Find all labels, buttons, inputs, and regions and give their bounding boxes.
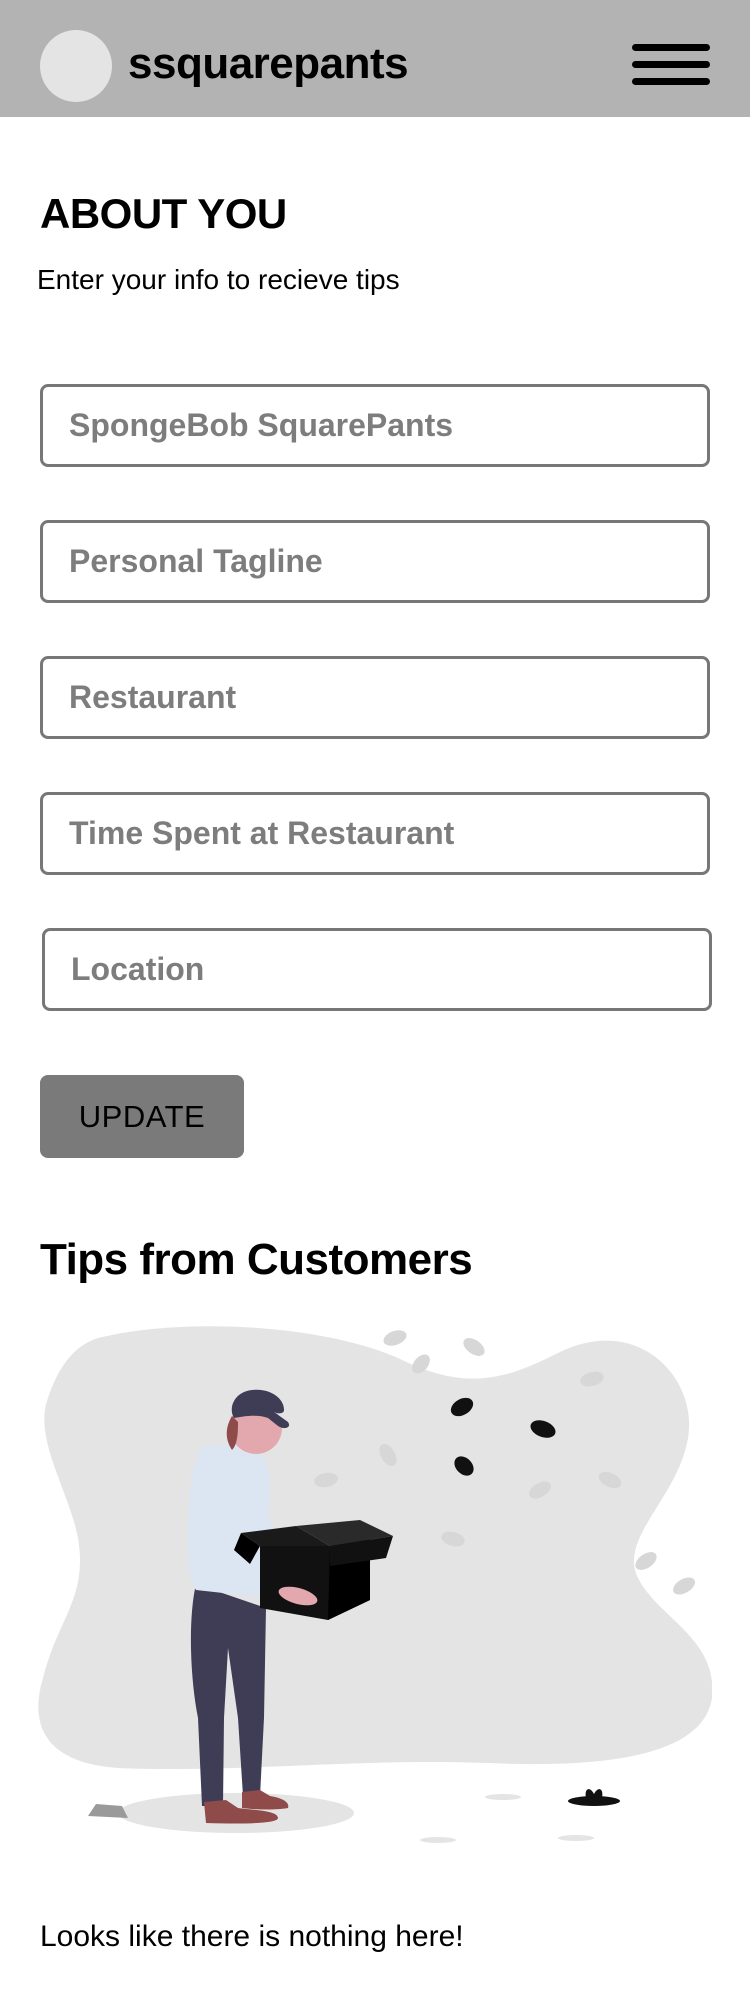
avatar[interactable] — [40, 30, 112, 102]
name-input[interactable] — [40, 384, 710, 467]
username-label: ssquarepants — [128, 39, 409, 88]
menu-line — [632, 44, 710, 51]
menu-line — [632, 61, 710, 68]
page-title: ABOUT YOU — [40, 190, 287, 237]
time-spent-input[interactable] — [40, 792, 710, 875]
hamburger-menu-icon[interactable] — [632, 42, 710, 88]
tips-heading: Tips from Customers — [40, 1235, 473, 1284]
location-input[interactable] — [42, 928, 712, 1011]
rock — [88, 1804, 128, 1818]
tagline-input[interactable] — [40, 520, 710, 603]
menu-line — [632, 78, 710, 85]
empty-tips-message: Looks like there is nothing here! — [40, 1920, 464, 1953]
restaurant-input[interactable] — [40, 656, 710, 739]
empty-box-illustration — [38, 1326, 712, 1843]
page-subtitle: Enter your info to recieve tips — [37, 264, 400, 295]
update-button[interactable]: UPDATE — [40, 1075, 244, 1158]
app-header: ssquarepants — [0, 0, 750, 117]
